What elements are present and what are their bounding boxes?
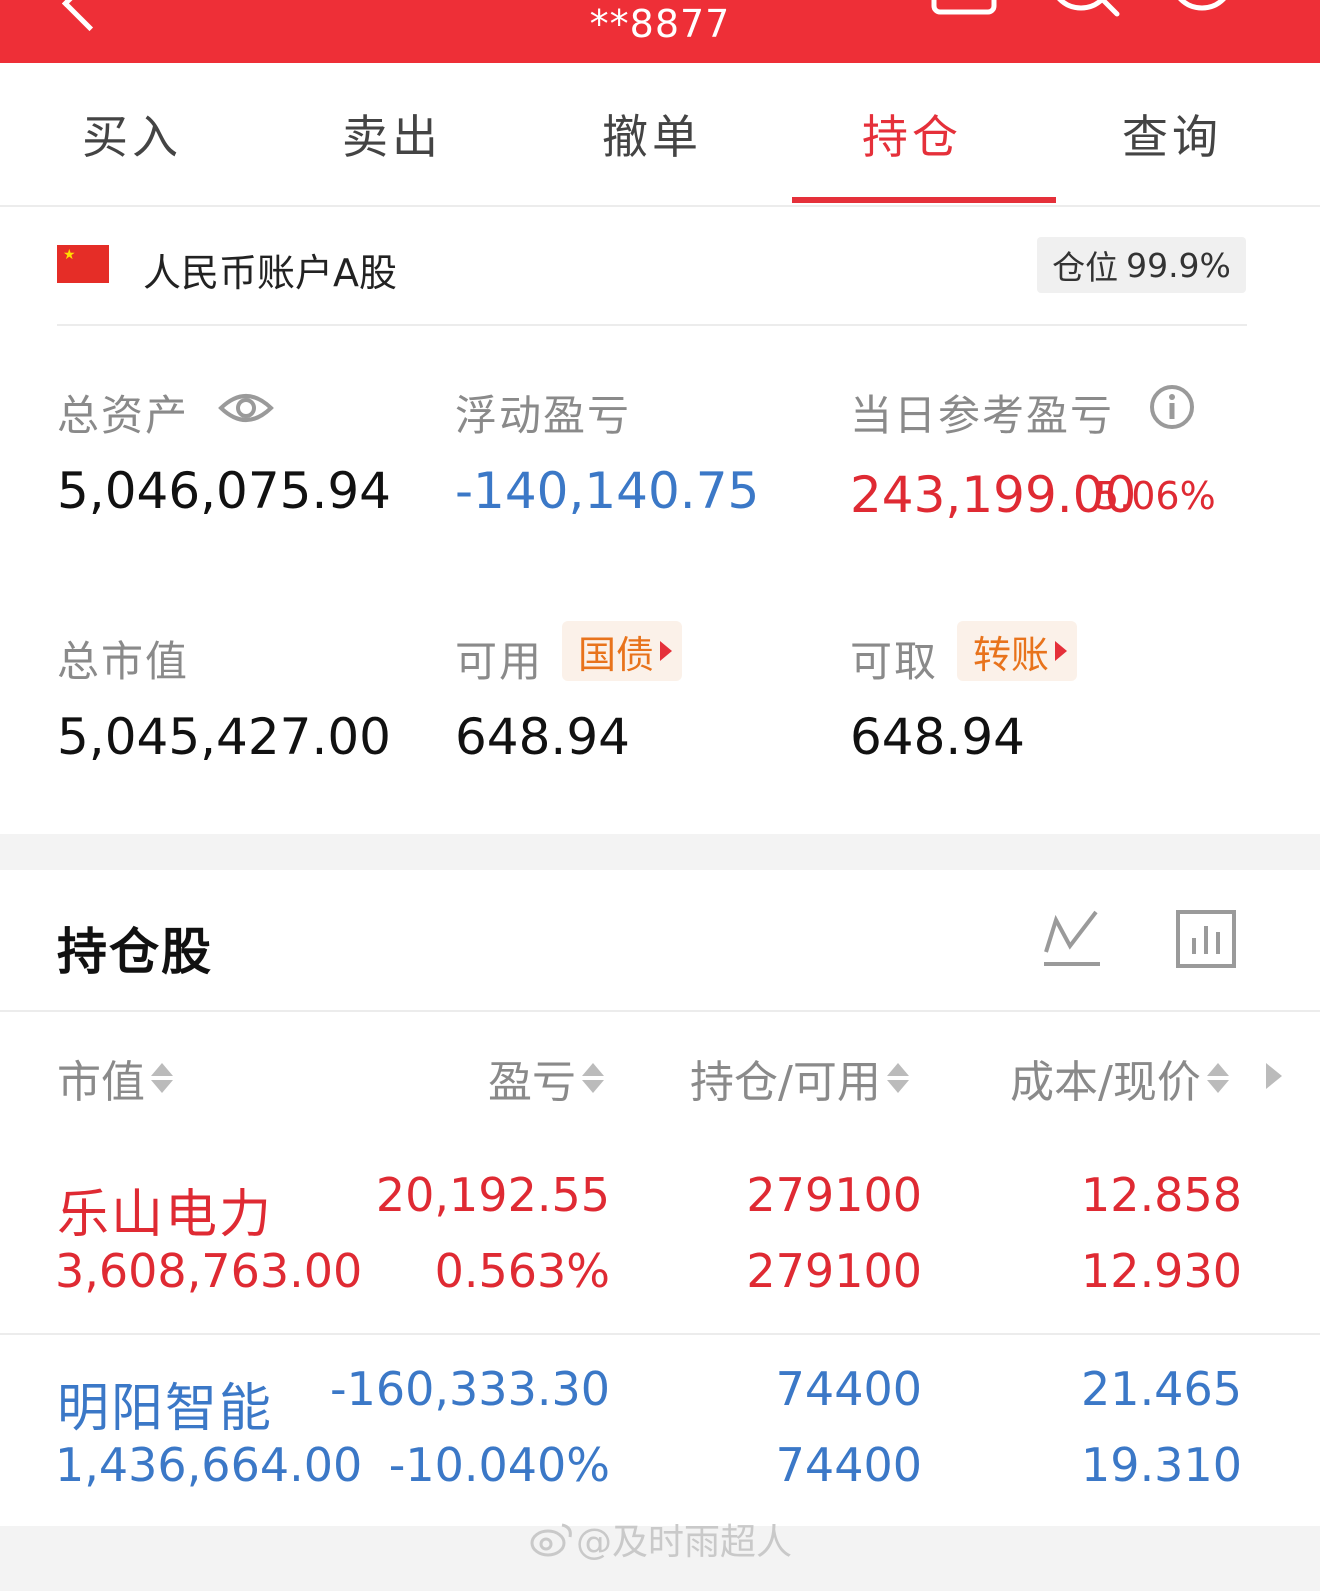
column-header-pl[interactable]: 盈亏: [488, 1046, 604, 1110]
watermark-text: @及时雨超人: [576, 1522, 793, 1563]
tab-buy[interactable]: 买入: [0, 63, 264, 205]
total-assets-label: 总资产: [57, 391, 190, 440]
bar-chart-icon[interactable]: [1174, 908, 1238, 970]
sort-icon: [1206, 1063, 1229, 1093]
holdings-title: 持仓股: [57, 923, 213, 981]
withdrawable-value: 648.94: [850, 708, 1025, 766]
tab-cancel-order[interactable]: 撤单: [520, 63, 784, 205]
market-value-label: 总市值: [57, 637, 190, 686]
available-funds-label: 可用: [455, 637, 544, 686]
stock-available: 279100: [746, 1244, 922, 1298]
position-value: 99.9%: [1126, 245, 1231, 285]
service-icon[interactable]: [1165, 0, 1240, 18]
trade-tab-bar: 买入 卖出 撤单 持仓 查询: [0, 63, 1320, 207]
sort-icon: [582, 1063, 604, 1093]
total-assets-value: 5,046,075.94: [57, 462, 391, 520]
transfer-label: 转账: [973, 632, 1050, 677]
stock-pl: 20,192.55: [375, 1168, 610, 1222]
eye-icon[interactable]: [218, 388, 274, 428]
tab-query[interactable]: 查询: [1040, 63, 1304, 205]
treasury-bond-label: 国债: [578, 632, 655, 677]
transfer-button[interactable]: 转账: [957, 621, 1078, 681]
stock-pl: -160,333.30: [330, 1362, 610, 1416]
stock-cost: 21.465: [1081, 1362, 1242, 1416]
clipboard-icon[interactable]: [930, 0, 1000, 18]
column-label: 市值: [57, 1057, 145, 1108]
stock-price: 19.310: [1081, 1438, 1242, 1492]
sort-icon: [886, 1063, 909, 1093]
weibo-logo-icon: [530, 1523, 572, 1557]
floating-pl-label: 浮动盈亏: [455, 391, 632, 440]
position-ratio-badge: 仓位 99.9%: [1037, 237, 1246, 293]
daily-pl-label: 当日参考盈亏: [850, 391, 1115, 440]
daily-pl-percent: 5.06%: [1095, 474, 1216, 518]
withdrawable-label: 可取: [850, 637, 939, 686]
section-separator: [0, 834, 1320, 870]
treasury-bond-button[interactable]: 国债: [562, 621, 683, 681]
stock-pl-percent: 0.563%: [434, 1244, 610, 1298]
stock-available: 74400: [775, 1438, 922, 1492]
account-header: ★ 人民币账户A股 仓位 99.9%: [0, 205, 1320, 325]
column-label: 成本/现价: [1010, 1057, 1201, 1108]
stock-price: 12.930: [1081, 1244, 1242, 1298]
column-label: 持仓/可用: [690, 1057, 881, 1108]
caret-right-icon: [1055, 641, 1068, 661]
line-chart-icon[interactable]: [1040, 908, 1104, 970]
info-icon[interactable]: [1148, 383, 1196, 431]
tab-sell[interactable]: 卖出: [260, 63, 524, 205]
stock-name: 明阳智能: [57, 1379, 274, 1439]
search-icon[interactable]: [1045, 0, 1125, 18]
market-value-value: 5,045,427.00: [57, 708, 391, 766]
active-tab-indicator: [792, 197, 1056, 203]
column-label: 盈亏: [488, 1057, 576, 1108]
divider: [0, 1010, 1320, 1012]
daily-pl-value: 243,199.00: [850, 466, 1137, 524]
caret-right-icon: [660, 641, 673, 661]
stock-cost: 12.858: [1081, 1168, 1242, 1222]
more-columns-icon[interactable]: [1266, 1063, 1282, 1089]
divider: [0, 1333, 1320, 1335]
available-funds-value: 648.94: [455, 708, 630, 766]
stock-name: 乐山电力: [57, 1185, 274, 1245]
stock-pl-percent: -10.040%: [388, 1438, 610, 1492]
stock-position: 279100: [746, 1168, 922, 1222]
tab-holdings[interactable]: 持仓: [780, 63, 1044, 205]
account-name: 人民币账户A股: [143, 251, 397, 295]
divider: [57, 324, 1247, 326]
column-header-market-value[interactable]: 市值: [57, 1046, 173, 1110]
position-label: 仓位: [1052, 248, 1119, 287]
column-header-position[interactable]: 持仓/可用: [690, 1046, 909, 1110]
china-flag-icon: ★: [57, 245, 109, 283]
watermark: @及时雨超人: [528, 1513, 792, 1565]
sort-icon: [151, 1063, 173, 1093]
stock-position: 74400: [775, 1362, 922, 1416]
column-header-cost-price[interactable]: 成本/现价: [1010, 1046, 1229, 1110]
floating-pl-value: -140,140.75: [455, 462, 760, 520]
top-app-bar: **8877: [0, 0, 1320, 63]
